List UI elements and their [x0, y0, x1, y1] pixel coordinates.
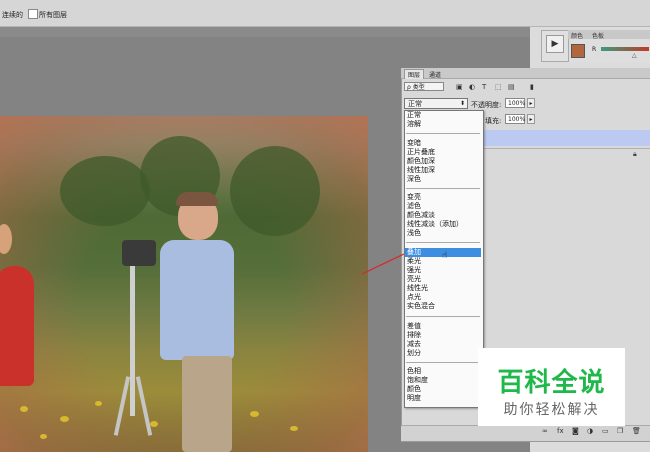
blend-item[interactable]: 差值 — [405, 322, 481, 331]
background-tree — [230, 146, 320, 236]
tripod-leg — [135, 376, 153, 436]
type-filter-icon[interactable]: T — [482, 83, 486, 91]
blend-item[interactable]: 明度 — [405, 394, 481, 403]
layer-filter-select[interactable]: ρ 类型 — [404, 82, 444, 91]
blend-item[interactable]: 色相 — [405, 367, 481, 376]
fill-label: 填充: — [485, 117, 502, 125]
menu-divider — [406, 188, 480, 189]
layer-mask-icon[interactable]: ◙ — [572, 427, 579, 435]
blend-item[interactable]: 亮光 — [405, 275, 481, 284]
watermark-title: 百科全说 — [497, 368, 606, 398]
selected-layer-row[interactable] — [482, 130, 650, 146]
layers-panel-footer — [401, 425, 650, 441]
adjustment-filter-icon[interactable]: ◐ — [469, 83, 475, 91]
blend-item[interactable]: 减去 — [405, 340, 481, 349]
opacity-input[interactable]: 100% — [505, 98, 525, 108]
image-filter-icon[interactable]: ▣ — [456, 83, 463, 91]
fill-dropdown-icon[interactable]: ▸ — [527, 114, 535, 124]
opacity-label: 不透明度: — [471, 101, 502, 109]
blend-item[interactable]: 浅色 — [405, 229, 481, 238]
menu-divider — [406, 133, 480, 134]
play-icon[interactable]: ▶ — [546, 35, 564, 53]
flower — [290, 426, 298, 431]
camera — [122, 240, 156, 266]
tab-color[interactable]: 颜色 — [571, 31, 583, 40]
menu-divider — [406, 362, 480, 363]
all-layers-label: 所有图层 — [39, 11, 67, 19]
color-panel-tabs: 颜色 色板 — [568, 30, 650, 40]
flower — [60, 416, 69, 422]
boy-pants — [182, 356, 232, 452]
foreground-color-swatch[interactable] — [571, 44, 585, 58]
blend-item[interactable]: 排除 — [405, 331, 481, 340]
blend-item[interactable]: 正常 — [405, 111, 481, 120]
smart-object-filter-icon[interactable]: ▤ — [508, 83, 515, 91]
new-group-icon[interactable]: ▭ — [602, 427, 609, 435]
all-layers-checkbox[interactable] — [28, 9, 38, 19]
blend-item[interactable]: 线性加深 — [405, 166, 481, 175]
blend-item[interactable]: 正片叠底 — [405, 148, 481, 157]
blend-item[interactable]: 点光 — [405, 293, 481, 302]
blend-item[interactable]: 颜色 — [405, 385, 481, 394]
slider-handle-icon[interactable]: △ — [632, 52, 637, 59]
flower — [250, 411, 259, 417]
blend-item[interactable]: 变暗 — [405, 139, 481, 148]
blend-item[interactable]: 深色 — [405, 175, 481, 184]
trash-icon[interactable]: 🗑︎ — [632, 427, 641, 435]
boy-shirt — [160, 240, 234, 360]
blend-item[interactable]: 颜色加深 — [405, 157, 481, 166]
new-layer-icon[interactable]: ❐ — [617, 427, 623, 435]
background-tree — [60, 156, 150, 226]
boy-hair — [176, 192, 218, 206]
blend-item[interactable]: 线性光 — [405, 284, 481, 293]
r-channel-label: R — [592, 46, 597, 53]
mouse-cursor-icon: ☝ — [442, 251, 448, 261]
chevron-down-icon: ⬍ — [459, 100, 465, 107]
tripod-leg — [113, 376, 131, 436]
fill-input[interactable]: 100% — [505, 114, 525, 124]
tab-layers[interactable]: 图层 — [404, 69, 425, 79]
girl-face — [0, 224, 12, 254]
canvas-photo[interactable] — [0, 116, 368, 452]
blend-mode-value: 正常 — [408, 100, 422, 108]
blend-item[interactable]: 实色混合 — [405, 302, 481, 311]
flower — [40, 434, 47, 439]
tab-swatches[interactable]: 色板 — [592, 31, 604, 40]
filter-toggle-icon[interactable]: ▮ — [530, 83, 534, 91]
flower — [95, 401, 102, 406]
flower — [20, 406, 28, 412]
opacity-dropdown-icon[interactable]: ▸ — [527, 98, 535, 108]
blend-item[interactable]: 溶解 — [405, 120, 481, 129]
blend-item[interactable]: 划分 — [405, 349, 481, 358]
shape-filter-icon[interactable]: ⬚ — [495, 83, 502, 91]
blend-item[interactable]: 颜色减淡 — [405, 211, 481, 220]
flower — [150, 421, 158, 427]
watermark-subtitle: 助你轻松解决 — [503, 402, 600, 418]
document-tab-strip — [0, 27, 530, 37]
annotation-arrow — [361, 253, 405, 275]
blend-item[interactable]: 滤色 — [405, 202, 481, 211]
layer-divider — [482, 148, 650, 149]
link-layers-icon[interactable]: ∞ — [542, 427, 548, 435]
blend-item[interactable]: 变亮 — [405, 193, 481, 202]
contiguous-label: 连续的 — [2, 11, 23, 19]
tab-channels[interactable]: 通道 — [426, 70, 444, 79]
layer-style-icon[interactable]: fx — [557, 427, 564, 435]
lock-icon: 🔒︎ — [633, 150, 637, 158]
blend-item[interactable]: 饱和度 — [405, 376, 481, 385]
tripod-leg — [130, 266, 135, 416]
menu-divider — [406, 242, 480, 243]
girl-red-dress — [0, 266, 34, 386]
blend-mode-select[interactable]: 正常 ⬍ — [404, 98, 468, 109]
r-channel-slider[interactable] — [601, 47, 649, 51]
options-bar: 连续的 所有图层 — [0, 0, 650, 27]
adjustment-layer-icon[interactable]: ◑ — [587, 427, 593, 435]
blend-item[interactable]: 强光 — [405, 266, 481, 275]
blend-item[interactable]: 线性减淡（添加） — [405, 220, 481, 229]
menu-divider — [406, 316, 480, 317]
